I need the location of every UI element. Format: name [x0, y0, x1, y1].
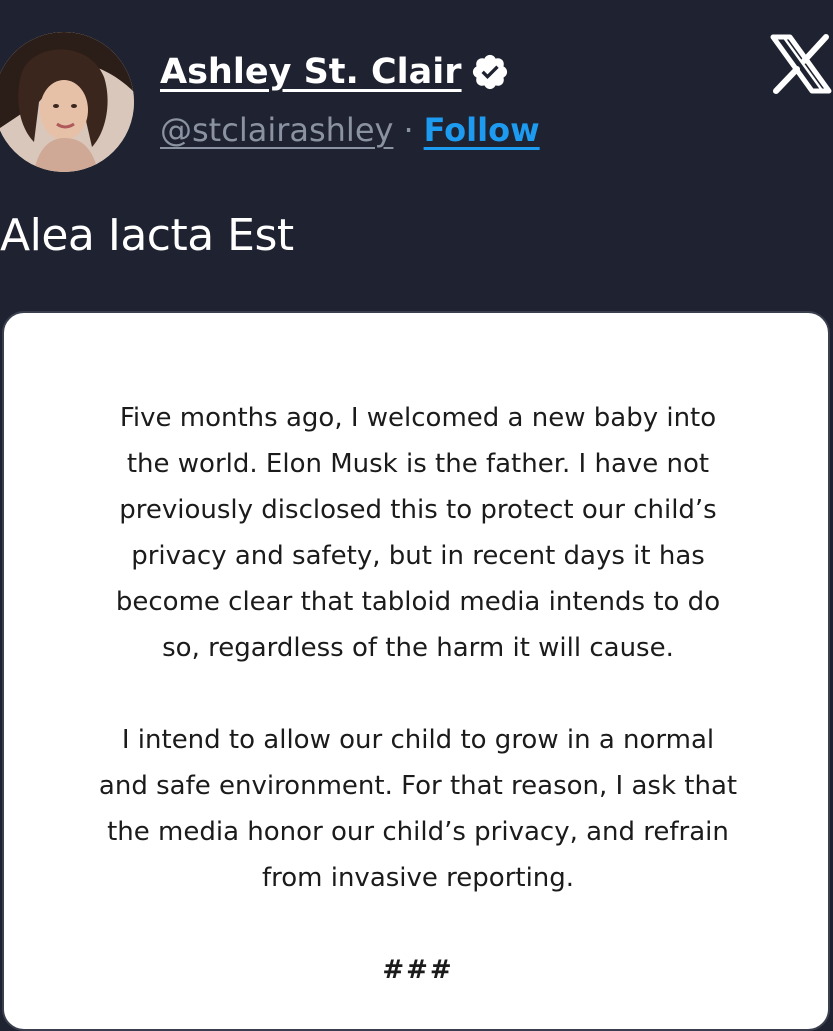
- avatar[interactable]: [0, 32, 134, 172]
- statement-paragraph-2: I intend to allow our child to grow in a…: [98, 725, 738, 893]
- statement-text: Five months ago, I welcomed a new baby i…: [4, 395, 832, 993]
- statement-paragraph-1: Five months ago, I welcomed a new baby i…: [115, 403, 721, 663]
- tweet-text: Alea Iacta Est: [0, 210, 294, 261]
- user-handle[interactable]: @stclairashley: [160, 111, 393, 149]
- user-name-row: Ashley St. Clair: [160, 46, 510, 98]
- display-name[interactable]: Ashley St. Clair: [160, 52, 462, 92]
- attached-image-card[interactable]: Five months ago, I welcomed a new baby i…: [2, 311, 830, 1031]
- statement-closing: ###: [382, 955, 454, 985]
- handle-row: @stclairashley · Follow: [160, 108, 540, 152]
- verified-badge-icon: [470, 52, 510, 92]
- separator-dot: ·: [403, 111, 414, 149]
- x-logo-icon[interactable]: [770, 34, 832, 94]
- follow-button[interactable]: Follow: [424, 111, 540, 149]
